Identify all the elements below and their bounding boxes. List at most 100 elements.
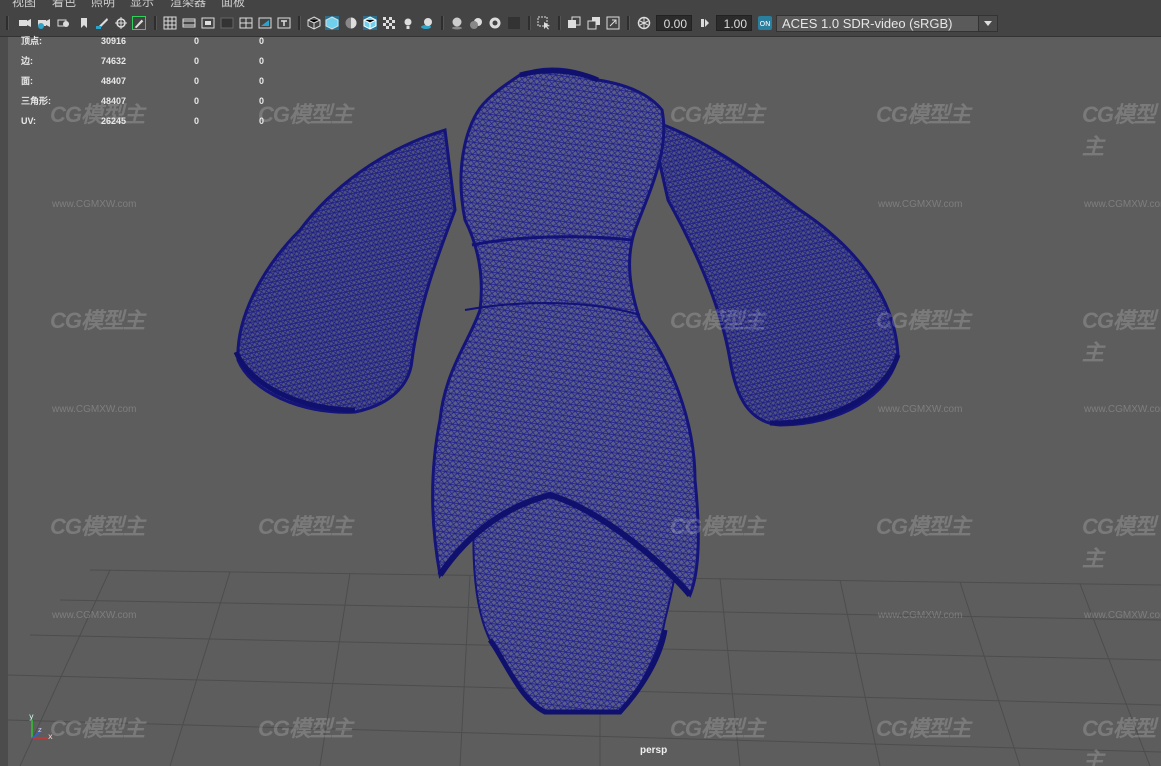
panel-toolbar: 0.00 1.00 ON ACES 1.0 SDR-video (sRGB) bbox=[0, 10, 1161, 37]
wireframe-icon[interactable] bbox=[307, 16, 321, 30]
axis-label-z: z bbox=[38, 726, 42, 734]
move-camera-icon[interactable] bbox=[114, 16, 128, 30]
safe-action-icon[interactable] bbox=[258, 16, 272, 30]
hud-label: 三角形: bbox=[21, 96, 51, 106]
watermark-url: www.CGMXW.com bbox=[52, 404, 137, 415]
grid-icon[interactable] bbox=[163, 16, 177, 30]
menu-renderer[interactable]: 渲染器 bbox=[170, 0, 206, 9]
bookmark-icon[interactable] bbox=[77, 16, 91, 30]
axis-label-y: y bbox=[29, 712, 34, 721]
smooth-shade-icon[interactable] bbox=[325, 16, 339, 30]
wireframe-on-shaded-icon[interactable] bbox=[363, 16, 377, 30]
exposure-icon[interactable] bbox=[637, 16, 651, 30]
hud-selected: 0 bbox=[194, 36, 200, 46]
hud-label: 顶点: bbox=[21, 36, 42, 46]
watermark-logo: CG模型主 bbox=[1082, 102, 1156, 159]
hud-uv: 0 bbox=[259, 76, 265, 86]
watermark-logo: CG模型主 bbox=[258, 102, 353, 127]
camera-attributes-icon[interactable] bbox=[37, 16, 51, 30]
toolbar-separator bbox=[558, 16, 561, 30]
watermark-logo: CG模型主 bbox=[1082, 514, 1156, 571]
watermark-logo: CG模型主 bbox=[50, 716, 145, 741]
hud-total: 48407 bbox=[101, 76, 127, 86]
watermark-url: www.CGMXW.com bbox=[1084, 199, 1161, 210]
default-material-icon[interactable] bbox=[344, 16, 358, 30]
watermark-logo: CG模型主 bbox=[258, 716, 353, 741]
camera-name-label: persp bbox=[640, 745, 668, 756]
watermark-logo: CG模型主 bbox=[670, 308, 765, 333]
watermark-url: www.CGMXW.com bbox=[1084, 610, 1161, 621]
hud-label: 面: bbox=[21, 76, 33, 86]
resolution-gate-icon[interactable] bbox=[201, 16, 215, 30]
toolbar-separator bbox=[441, 16, 444, 30]
menu-bar: 视图 着色 照明 显示 渲染器 面板 bbox=[0, 0, 1161, 10]
hud-selected: 0 bbox=[194, 56, 200, 66]
camera-sequence-icon[interactable] bbox=[57, 16, 71, 30]
hud-total: 26245 bbox=[101, 116, 127, 126]
watermark-logo: CG模型主 bbox=[670, 514, 765, 539]
colorspace-value: ACES 1.0 SDR-video (sRGB) bbox=[782, 16, 953, 31]
hud-uv: 0 bbox=[259, 56, 265, 66]
isolate-select-icon[interactable] bbox=[537, 16, 551, 30]
color-management-icon[interactable]: ON bbox=[758, 16, 772, 30]
hud-label: UV: bbox=[21, 116, 37, 126]
watermark-logo: CG模型主 bbox=[50, 102, 145, 127]
watermark-url: www.CGMXW.com bbox=[52, 610, 137, 621]
hud-uv: 0 bbox=[259, 36, 265, 46]
watermark-url: www.CGMXW.com bbox=[1084, 404, 1161, 415]
toolbar-separator bbox=[627, 16, 630, 30]
watermark-logo: CG模型主 bbox=[876, 716, 971, 741]
viewport-scene bbox=[7, 67, 1161, 766]
shadows-icon[interactable] bbox=[420, 16, 434, 30]
watermark-logo: CG模型主 bbox=[1082, 308, 1156, 365]
ambient-occlusion-icon[interactable] bbox=[450, 16, 464, 30]
lighting-icon[interactable] bbox=[401, 16, 415, 30]
gamma-icon[interactable] bbox=[698, 16, 712, 30]
hud-selected: 0 bbox=[194, 76, 200, 86]
select-camera-icon[interactable] bbox=[18, 16, 32, 30]
watermark-logo: CG模型主 bbox=[1082, 716, 1156, 766]
textured-icon[interactable] bbox=[382, 16, 396, 30]
dress-wireframe-mesh bbox=[233, 67, 901, 715]
watermark-url: www.CGMXW.com bbox=[878, 404, 963, 415]
watermark-logo: CG模型主 bbox=[50, 514, 145, 539]
watermark-logo: CG模型主 bbox=[258, 514, 353, 539]
colorspace-dropdown[interactable]: ACES 1.0 SDR-video (sRGB) bbox=[776, 15, 998, 32]
hud-uv: 0 bbox=[259, 96, 265, 106]
watermark-logo: CG模型主 bbox=[50, 308, 145, 333]
toolbar-separator bbox=[528, 16, 531, 30]
xray-active-icon[interactable] bbox=[606, 16, 620, 30]
image-plane-icon[interactable] bbox=[95, 16, 109, 30]
watermark-url: www.CGMXW.com bbox=[878, 199, 963, 210]
anti-aliasing-icon[interactable] bbox=[488, 16, 502, 30]
watermark-url: www.CGMXW.com bbox=[878, 610, 963, 621]
toolbar-separator bbox=[154, 16, 157, 30]
perspective-viewport[interactable]: CG模型主 CG模型主 CG模型主 CG模型主 CG模型主 www.CGMXW.… bbox=[0, 37, 1161, 766]
svg-text:ON: ON bbox=[760, 20, 771, 28]
toolbar-separator bbox=[298, 16, 301, 30]
menu-view[interactable]: 视图 bbox=[12, 0, 36, 9]
viewport-border bbox=[0, 37, 8, 766]
gate-mask-icon[interactable] bbox=[220, 16, 234, 30]
motion-blur-icon[interactable] bbox=[469, 16, 483, 30]
toolbar-separator bbox=[6, 16, 9, 30]
watermark-logo: CG模型主 bbox=[876, 102, 971, 127]
watermark-logo: CG模型主 bbox=[670, 716, 765, 741]
hud-label: 边: bbox=[21, 56, 33, 66]
menu-show[interactable]: 显示 bbox=[130, 0, 154, 9]
xray-icon[interactable] bbox=[567, 16, 581, 30]
safe-title-icon[interactable] bbox=[277, 16, 291, 30]
hud-total: 74632 bbox=[101, 56, 127, 66]
chevron-down-icon bbox=[978, 16, 997, 31]
exposure-field[interactable]: 0.00 bbox=[656, 15, 692, 31]
menu-shading[interactable]: 着色 bbox=[52, 0, 76, 9]
xray-joints-icon[interactable] bbox=[587, 16, 601, 30]
menu-panels[interactable]: 面板 bbox=[221, 0, 245, 9]
film-gate-icon[interactable] bbox=[182, 16, 196, 30]
watermark-logo: CG模型主 bbox=[876, 514, 971, 539]
field-chart-icon[interactable] bbox=[239, 16, 253, 30]
gamma-field[interactable]: 1.00 bbox=[716, 15, 752, 31]
menu-lighting[interactable]: 照明 bbox=[91, 0, 115, 9]
depth-of-field-icon[interactable] bbox=[507, 16, 521, 30]
grease-pencil-icon[interactable] bbox=[132, 16, 146, 30]
